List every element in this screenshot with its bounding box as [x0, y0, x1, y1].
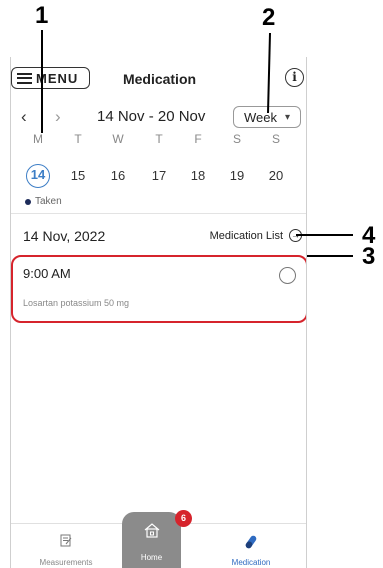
annotated-screenshot: MENU Medication i ‹ › 14 Nov - 20 Nov We… — [0, 0, 383, 568]
chevron-down-icon: ▾ — [284, 111, 291, 123]
divider — [11, 213, 306, 214]
selected-date-label: 14 Nov, 2022 — [23, 228, 106, 244]
view-select[interactable]: Week ▾ — [233, 106, 301, 128]
tab-measurements-label: Measurements — [39, 558, 93, 567]
app-header: MENU Medication i — [11, 57, 306, 97]
callout-number-1: 1 — [35, 2, 49, 29]
drug-name: Losartan potassium 50 mg — [23, 298, 130, 308]
home-label: Home — [140, 553, 163, 562]
date-cell[interactable]: 18 — [183, 164, 213, 188]
medication-list-label: Medication List — [209, 229, 283, 242]
taken-dot-icon — [25, 198, 31, 205]
pill-icon — [245, 535, 257, 549]
date-cell[interactable]: 15 — [63, 164, 93, 188]
date-strip: 14 15 16 17 18 19 20 — [11, 161, 306, 191]
date-cell[interactable]: 16 — [103, 164, 133, 188]
date-cell-selected[interactable]: 14 — [26, 164, 50, 188]
weekday-letter: T — [74, 132, 82, 146]
home-icon — [144, 523, 159, 538]
callout-number-4: 4 — [362, 222, 376, 249]
taken-legend: Taken — [25, 196, 62, 207]
next-week-chevron-icon[interactable]: › — [55, 107, 61, 127]
view-select-value: Week — [243, 109, 277, 125]
home-button[interactable]: Home — [122, 512, 181, 568]
weekday-letter: S — [232, 132, 241, 146]
weekday-letter: S — [271, 132, 280, 146]
date-row: 14 Nov, 2022 Medication List → — [11, 223, 306, 247]
medication-list-link[interactable]: Medication List → — [210, 229, 302, 242]
taken-checkbox[interactable] — [279, 267, 296, 284]
notification-badge: 6 — [175, 510, 192, 527]
week-navigation: ‹ › 14 Nov - 20 Nov Week ▾ — [11, 105, 306, 129]
callout-number-2: 2 — [262, 4, 276, 31]
date-cell[interactable]: 20 — [261, 164, 291, 188]
info-icon[interactable]: i — [285, 68, 304, 87]
notepad-icon — [60, 534, 72, 547]
medication-card[interactable]: 9:00 AM Losartan potassium 50 mg — [11, 255, 306, 323]
legend-label: Taken — [35, 196, 62, 207]
weekday-letter: T — [155, 132, 163, 146]
previous-week-chevron-icon[interactable]: ‹ — [21, 107, 27, 127]
date-cell[interactable]: 19 — [222, 164, 252, 188]
tab-measurements[interactable]: Measurements — [21, 524, 111, 568]
tab-medication-label: Medication — [231, 558, 271, 567]
weekday-letter: W — [112, 132, 124, 146]
date-cell[interactable]: 17 — [144, 164, 174, 188]
phone-screen: MENU Medication i ‹ › 14 Nov - 20 Nov We… — [10, 57, 307, 568]
page-title: Medication — [122, 71, 197, 87]
tab-medication[interactable]: Medication — [206, 524, 296, 568]
dose-time: 9:00 AM — [23, 266, 71, 281]
weekday-letter: M — [33, 132, 43, 146]
weekday-letter: F — [194, 132, 202, 146]
arrow-right-circle-icon: → — [289, 229, 302, 242]
week-range: 14 Nov - 20 Nov — [97, 108, 206, 125]
weekday-header: M T W T F S S — [11, 132, 306, 150]
